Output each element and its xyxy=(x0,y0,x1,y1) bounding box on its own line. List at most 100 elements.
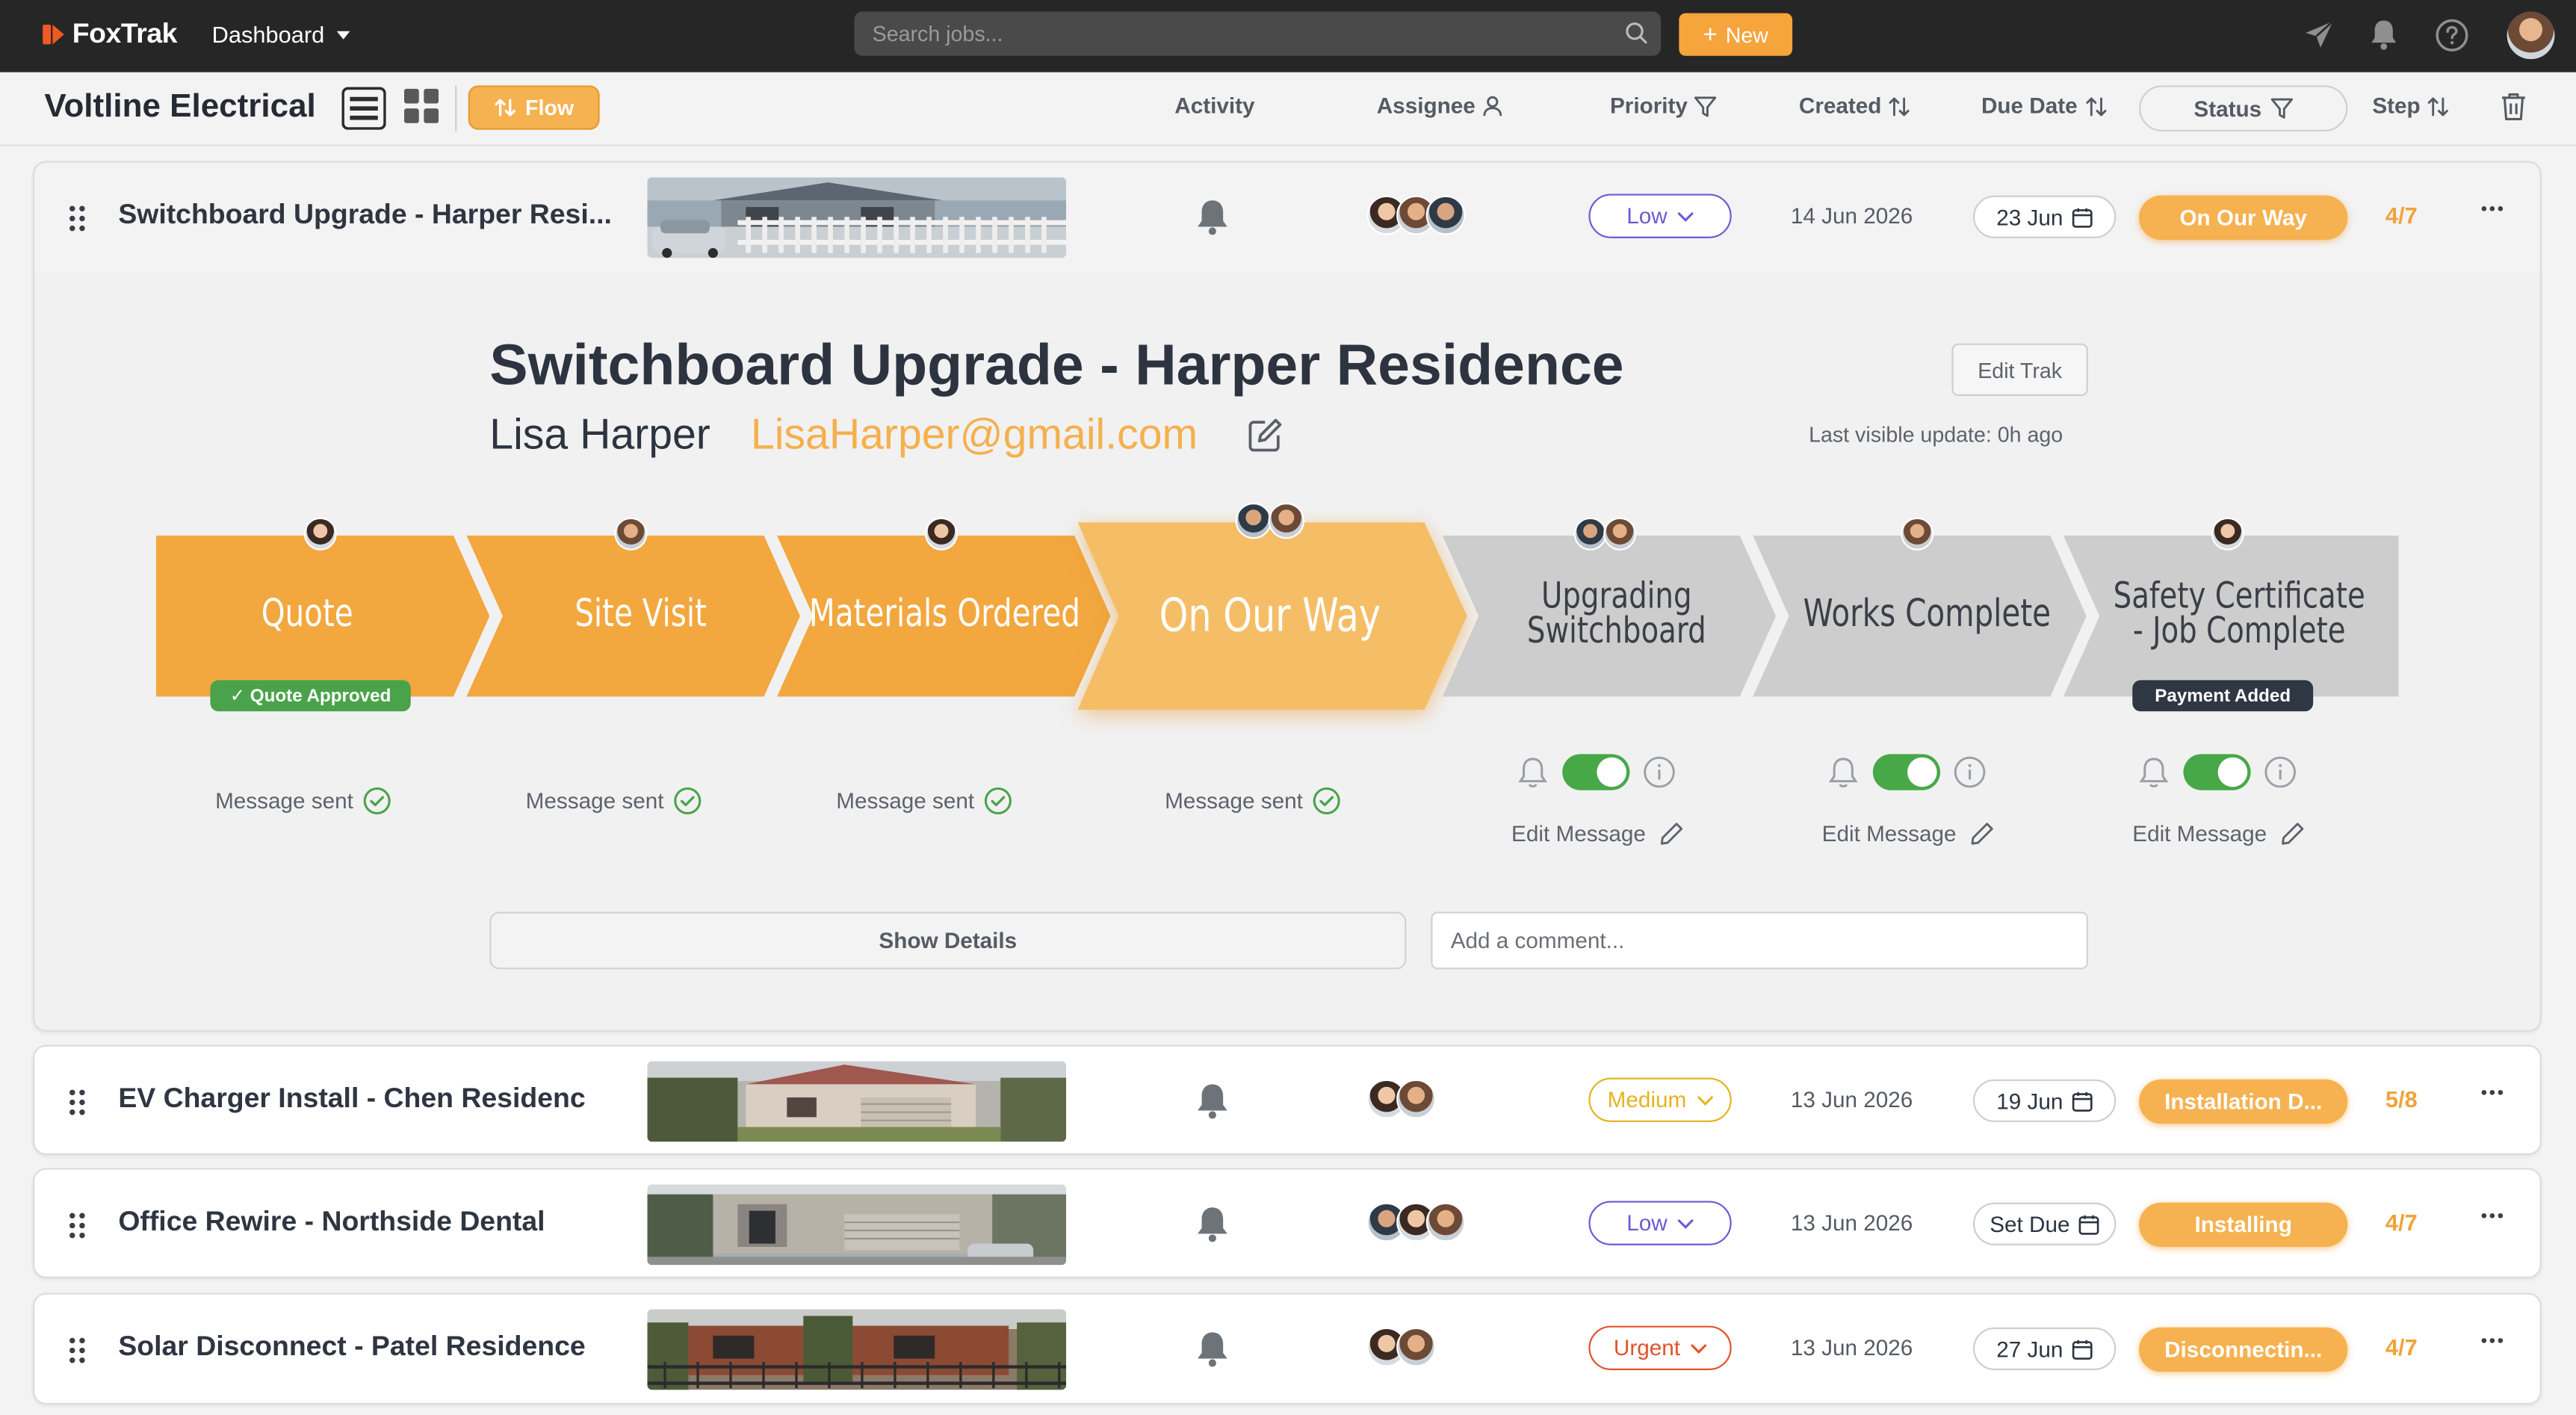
stage-label-line: - Job Complete xyxy=(2132,611,2346,652)
activity-bell-icon[interactable] xyxy=(1195,1329,1230,1369)
edit-message-button[interactable]: Edit Message xyxy=(2132,821,2304,846)
drag-handle-icon[interactable] xyxy=(69,1089,85,1115)
send-icon[interactable] xyxy=(2303,18,2336,51)
bell-icon[interactable] xyxy=(1517,755,1549,789)
activity-bell-icon[interactable] xyxy=(1195,1081,1230,1121)
due-date-button[interactable]: 19 Jun xyxy=(1972,1079,2117,1122)
column-step[interactable]: Step xyxy=(2372,93,2450,118)
status-badge[interactable]: Installation D... xyxy=(2139,1079,2348,1124)
job-row[interactable]: Switchboard Upgrade - Harper Resi... Low… xyxy=(34,162,2540,271)
column-created[interactable]: Created xyxy=(1799,93,1911,118)
status-badge[interactable]: Disconnectin... xyxy=(2139,1327,2348,1372)
job-row[interactable]: Solar Disconnect - Patel Residence Urgen… xyxy=(34,1295,2539,1403)
due-date-button[interactable]: Set Due xyxy=(1972,1202,2117,1245)
edit-message-button[interactable]: Edit Message xyxy=(1511,821,1683,846)
job-photo[interactable] xyxy=(647,1309,1067,1390)
column-due-date-label: Due Date xyxy=(1981,93,2078,119)
avatar xyxy=(1396,1079,1436,1119)
person-icon xyxy=(1483,96,1502,117)
comment-input[interactable] xyxy=(1432,926,2078,955)
priority-dropdown[interactable]: Low xyxy=(1588,193,1732,238)
job-photo[interactable] xyxy=(647,1184,1067,1266)
job-photo[interactable] xyxy=(647,1061,1067,1142)
job-row[interactable]: Office Rewire - Northside Dental Low 13 … xyxy=(34,1170,2539,1278)
help-icon[interactable] xyxy=(2435,18,2469,52)
customer-email[interactable]: LisaHarper@gmail.com xyxy=(751,409,1198,460)
new-job-button[interactable]: + New xyxy=(1679,13,1793,56)
job-title[interactable]: EV Charger Install - Chen Residenc xyxy=(118,1083,631,1115)
drag-handle-icon[interactable] xyxy=(69,205,85,232)
notify-toggle[interactable] xyxy=(2183,754,2251,790)
trash-icon[interactable] xyxy=(2501,92,2527,122)
notify-toggle[interactable] xyxy=(1562,754,1630,790)
more-options-icon[interactable] xyxy=(2480,1337,2504,1344)
more-options-icon[interactable] xyxy=(2480,1089,2504,1096)
top-bar: FoxTrak Dashboard + New xyxy=(0,0,2576,72)
app-logo[interactable]: FoxTrak xyxy=(43,18,177,51)
grid-view-icon[interactable] xyxy=(403,88,439,123)
bell-icon[interactable] xyxy=(2137,755,2170,789)
column-status[interactable]: Status xyxy=(2139,85,2348,131)
more-options-icon[interactable] xyxy=(2480,205,2504,212)
new-button-label: New xyxy=(1725,22,1768,47)
column-assignee[interactable]: Assignee xyxy=(1377,93,1503,118)
view-divider xyxy=(455,85,457,131)
assignee-avatars[interactable] xyxy=(1366,1079,1436,1119)
edit-icon[interactable] xyxy=(1247,418,1283,453)
job-title[interactable]: Solar Disconnect - Patel Residence xyxy=(118,1331,631,1363)
assignee-avatars[interactable] xyxy=(1366,1202,1466,1242)
avatar xyxy=(1235,502,1272,539)
notifications-bell-icon[interactable] xyxy=(2369,18,2399,51)
priority-dropdown[interactable]: Low xyxy=(1588,1201,1732,1245)
notify-toggle[interactable] xyxy=(1872,754,1940,790)
user-avatar[interactable] xyxy=(2507,11,2555,60)
job-title[interactable]: Switchboard Upgrade - Harper Resi... xyxy=(118,199,631,232)
check-circle-icon xyxy=(984,787,1012,815)
job-card: Office Rewire - Northside Dental Low 13 … xyxy=(32,1168,2542,1278)
search-icon[interactable] xyxy=(1625,22,1648,45)
job-photo[interactable] xyxy=(647,177,1067,258)
due-date-button[interactable]: 27 Jun xyxy=(1972,1327,2117,1370)
search-input[interactable] xyxy=(854,19,1599,48)
more-options-icon[interactable] xyxy=(2480,1213,2504,1219)
assignee-avatars[interactable] xyxy=(1366,195,1466,235)
filter-icon xyxy=(2270,98,2293,119)
activity-bell-icon[interactable] xyxy=(1195,1204,1230,1244)
edit-trak-button[interactable]: Edit Trak xyxy=(1951,343,2088,396)
job-title[interactable]: Office Rewire - Northside Dental xyxy=(118,1206,631,1239)
brand-name: FoxTrak xyxy=(72,18,178,49)
priority-dropdown[interactable]: Medium xyxy=(1588,1077,1732,1122)
info-icon[interactable] xyxy=(2264,756,2297,789)
avatar xyxy=(614,517,648,551)
bell-icon[interactable] xyxy=(1827,755,1860,789)
stage-label: On Our Way xyxy=(1159,587,1381,643)
status-badge[interactable]: Installing xyxy=(2139,1202,2348,1248)
pencil-icon xyxy=(2281,823,2303,845)
list-view-icon[interactable] xyxy=(341,87,386,130)
drag-handle-icon[interactable] xyxy=(69,1337,85,1363)
job-row[interactable]: EV Charger Install - Chen Residenc Mediu… xyxy=(34,1047,2539,1155)
customer-name: Lisa Harper xyxy=(489,409,710,459)
chevron-down-icon xyxy=(1677,1219,1694,1228)
status-badge[interactable]: On Our Way xyxy=(2139,195,2348,241)
show-details-button[interactable]: Show Details xyxy=(489,911,1407,970)
info-icon[interactable] xyxy=(1954,756,1987,789)
column-activity[interactable]: Activity xyxy=(1174,93,1254,118)
priority-label: Low xyxy=(1626,1210,1668,1236)
activity-bell-icon[interactable] xyxy=(1195,197,1230,237)
due-date-button[interactable]: 23 Jun xyxy=(1972,195,2117,238)
flow-view-button[interactable]: Flow xyxy=(468,85,600,130)
edit-message-button[interactable]: Edit Message xyxy=(1822,821,1994,846)
company-name: Voltline Electrical xyxy=(44,88,316,126)
column-due-date[interactable]: Due Date xyxy=(1981,93,2107,118)
dashboard-menu[interactable]: Dashboard xyxy=(212,22,350,48)
drag-handle-icon[interactable] xyxy=(69,1213,85,1239)
foxtrak-logo-icon xyxy=(43,23,66,46)
check-circle-icon xyxy=(1313,787,1340,815)
stage-label: Site Visit xyxy=(575,593,707,637)
priority-dropdown[interactable]: Urgent xyxy=(1588,1325,1732,1370)
assignee-avatars[interactable] xyxy=(1366,1327,1436,1367)
message-sent-label: Message sent xyxy=(525,788,664,814)
column-priority[interactable]: Priority xyxy=(1610,93,1718,118)
info-icon[interactable] xyxy=(1643,756,1676,789)
